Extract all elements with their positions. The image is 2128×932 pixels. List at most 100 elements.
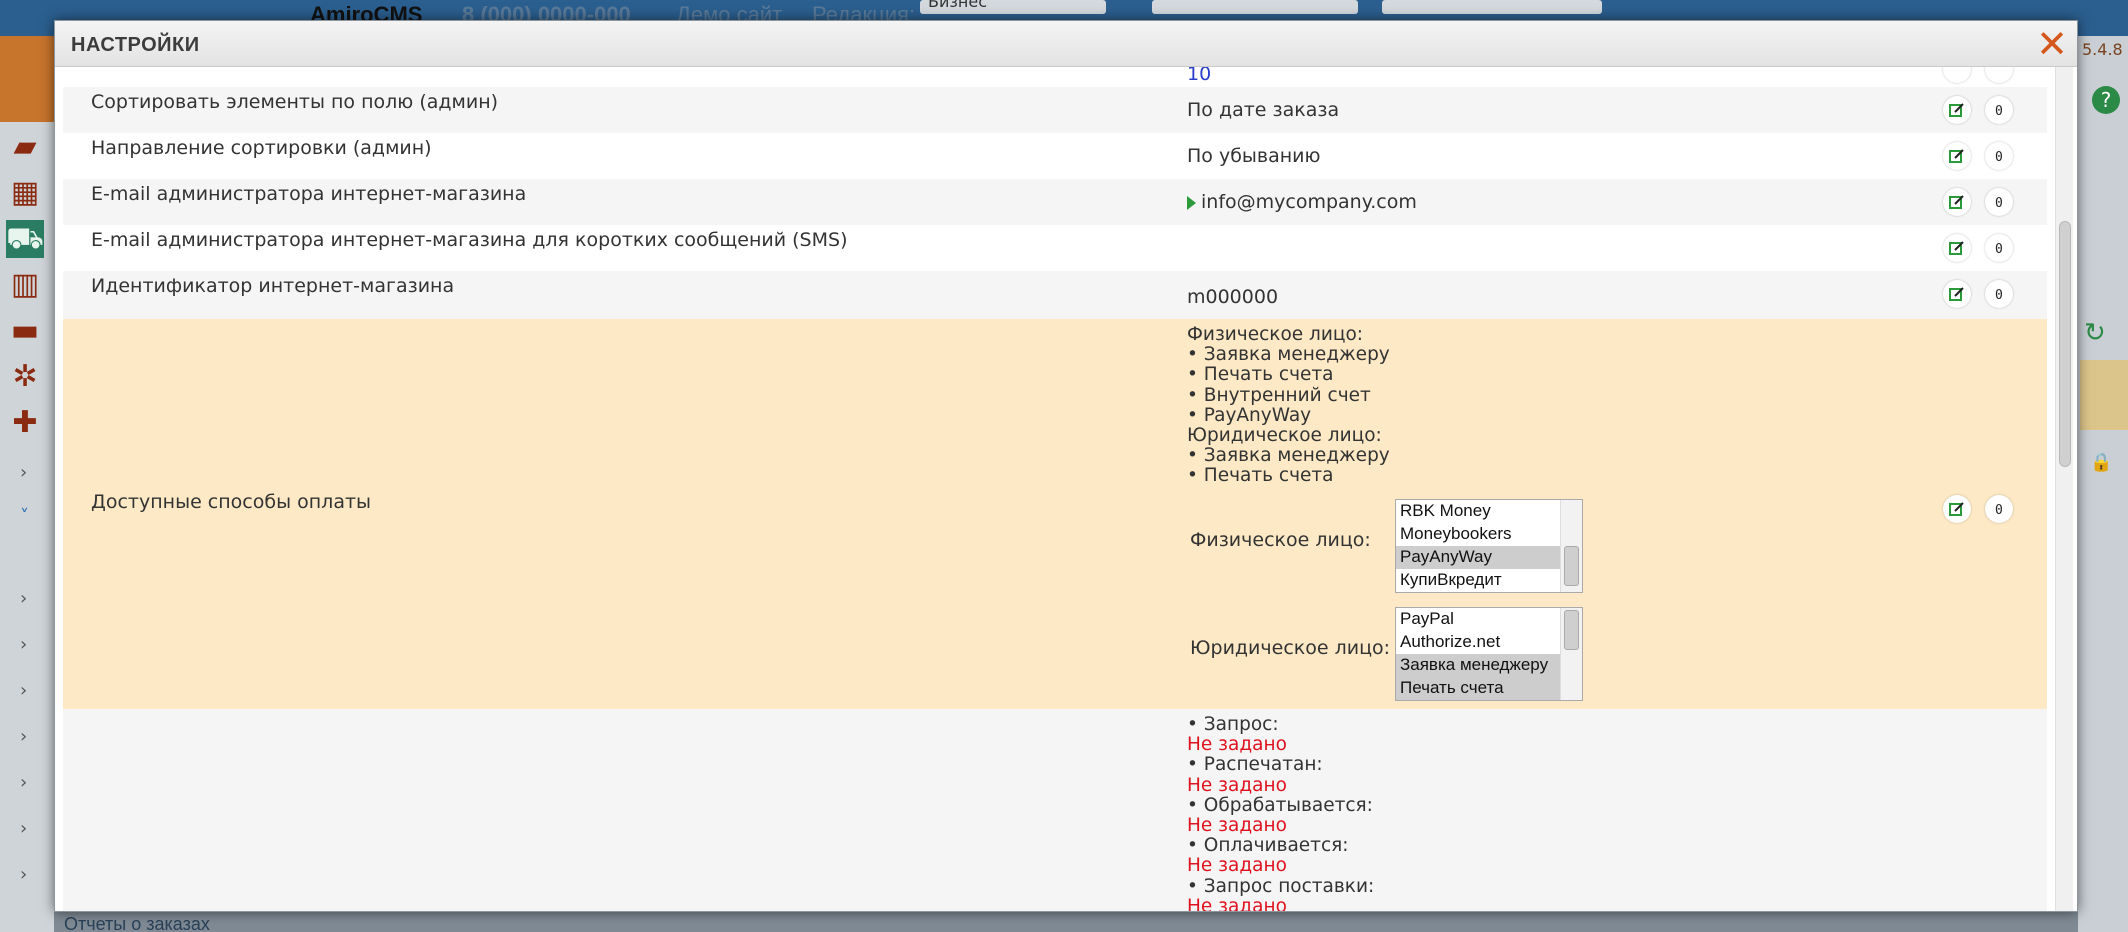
reset-icon: 0 (1995, 503, 2003, 517)
edit-icon (1949, 103, 1964, 117)
edition-select[interactable]: Бизнес (920, 0, 1106, 14)
edit-button[interactable] (1943, 495, 1971, 523)
close-icon[interactable]: ✕ (2035, 25, 2069, 63)
select-option[interactable]: RBK Money (1396, 500, 1560, 523)
edit-button[interactable] (1943, 96, 1971, 124)
setting-value: По убыванию (1187, 145, 1321, 167)
reset-button[interactable]: 0 (1985, 96, 2013, 124)
edit-button[interactable] (1943, 188, 1971, 216)
reset-button[interactable]: 0 (1985, 280, 2013, 308)
settings-row: E-mail администратора интернет-магазина … (63, 179, 2047, 225)
reset-button[interactable]: 0 (1985, 234, 2013, 262)
edit-icon (1949, 241, 1964, 255)
settings-row: E-mail администратора интернет-магазина … (63, 225, 2047, 271)
listbox-scroll-thumb[interactable] (1564, 610, 1579, 650)
settings-list: 10 Сортировать элементы по полю (админ) … (63, 67, 2047, 912)
reset-icon: 0 (1995, 288, 2003, 302)
chevron-right-icon[interactable]: › (20, 634, 27, 655)
modal-scrollbar[interactable] (2055, 67, 2073, 911)
select-option[interactable]: Печать счета (1396, 677, 1560, 700)
briefcase-icon[interactable]: ▬ (6, 312, 44, 350)
chevron-right-icon[interactable]: › (20, 462, 27, 483)
status-value: Не задано (1187, 734, 1287, 756)
reset-icon: 0 (1995, 104, 2003, 118)
status-list: • Запрос: Не задано • Распечатан: Не зад… (1187, 714, 1375, 912)
edit-button[interactable] (1943, 280, 1971, 308)
reset-button[interactable]: 0 (1985, 495, 2013, 523)
setting-label: Идентификатор интернет-магазина (91, 275, 455, 297)
status-name: • Запрос: (1187, 714, 1279, 735)
setting-value: info@mycompany.com (1201, 191, 1417, 213)
orders-report-link[interactable]: Отчеты о заказах (64, 914, 210, 932)
legal-payment-select[interactable]: PayPal Authorize.net Заявка менеджеру Пе… (1395, 607, 1583, 701)
individual-payment-select[interactable]: RBK Money Moneybookers PayAnyWay КупиВкр… (1395, 499, 1583, 593)
chevron-right-icon[interactable]: › (20, 772, 27, 793)
edit-icon (1949, 287, 1964, 301)
edit-button[interactable] (1943, 67, 1971, 83)
settings-row: Направление сортировки (админ) По убыван… (63, 133, 2047, 179)
summary-line: • Внутренний счет (1187, 384, 1371, 406)
right-panel-box (2080, 360, 2128, 430)
chevron-right-icon[interactable]: › (20, 726, 27, 747)
edit-button[interactable] (1943, 142, 1971, 170)
edit-button[interactable] (1943, 234, 1971, 262)
edit-icon (1949, 502, 1964, 516)
select-option[interactable]: PayPal (1396, 608, 1560, 631)
settings-row: Идентификатор интернет-магазина m000000 … (63, 271, 2047, 319)
reset-icon: 0 (1995, 196, 2003, 210)
refresh-icon[interactable]: ↻ (2084, 318, 2106, 348)
gear-icon[interactable]: ✲ (6, 358, 44, 396)
individual-select-label: Физическое лицо: (1190, 529, 1371, 551)
setting-value: m000000 (1187, 286, 1279, 308)
status-value: Не задано (1187, 815, 1287, 837)
svg-text:0: 0 (1995, 104, 2003, 118)
select-option[interactable]: Moneybookers (1396, 523, 1560, 546)
puzzle-icon[interactable]: ✚ (6, 404, 44, 442)
svg-text:0: 0 (1995, 242, 2003, 256)
modal-scroll-thumb[interactable] (2059, 221, 2071, 467)
payment-summary: Физическое лицо: • Заявка менеджеру • Пе… (1187, 324, 1390, 487)
reset-button[interactable]: 0 (1985, 188, 2013, 216)
settings-row-payment: Доступные способы оплаты Физическое лицо… (63, 319, 2047, 709)
reset-icon: 0 (1995, 150, 2003, 164)
status-value: Не задано (1187, 855, 1287, 877)
chevron-right-icon[interactable]: › (20, 864, 27, 885)
setting-value: 10 (1187, 67, 1212, 85)
select-option[interactable]: КупиВкредит (1396, 569, 1560, 592)
select-option[interactable]: Authorize.net (1396, 631, 1560, 654)
help-icon[interactable]: ? (2092, 86, 2120, 114)
summary-line: • Заявка менеджеру (1187, 445, 1390, 467)
chevron-right-icon[interactable]: › (20, 818, 27, 839)
top-search-field-1[interactable] (1152, 0, 1358, 14)
summary-line: Физическое лицо: (1187, 324, 1364, 345)
reset-button[interactable]: 0 (1985, 142, 2013, 170)
lock-icon[interactable]: 🔒 (2090, 452, 2112, 473)
status-value: Не задано (1187, 895, 1287, 912)
grid-icon[interactable]: ▦ (6, 174, 44, 212)
settings-row: 10 (63, 67, 2047, 87)
status-name: • Запрос поставки: (1187, 875, 1375, 897)
select-option[interactable]: Заявка менеджеру (1396, 654, 1560, 677)
chevron-right-icon[interactable]: › (20, 680, 27, 701)
folder-icon[interactable]: ▰ (6, 128, 44, 166)
modal-header: НАСТРОЙКИ ✕ (55, 21, 2077, 67)
edition-select-value: Бизнес (928, 0, 987, 11)
chevron-right-icon[interactable]: › (20, 588, 27, 609)
summary-line: • Печать счета (1187, 364, 1334, 386)
svg-text:0: 0 (1995, 288, 2003, 302)
listbox-scrollbar[interactable] (1560, 608, 1582, 700)
reset-button[interactable] (1985, 67, 2013, 83)
chevron-down-icon[interactable]: ˅ (20, 506, 29, 527)
summary-line: • Печать счета (1187, 465, 1334, 487)
summary-line: Юридическое лицо: (1187, 425, 1382, 447)
listbox-scroll-thumb[interactable] (1564, 546, 1579, 586)
cart-icon[interactable]: ⛟ (6, 220, 44, 258)
book-icon[interactable]: ▥ (6, 266, 44, 304)
listbox-scrollbar[interactable] (1560, 500, 1582, 592)
edit-icon (1949, 149, 1964, 163)
edit-icon (1949, 195, 1964, 209)
right-panel (2078, 36, 2128, 932)
svg-text:0: 0 (1995, 150, 2003, 164)
select-option[interactable]: PayAnyWay (1396, 546, 1560, 569)
top-search-field-2[interactable] (1382, 0, 1602, 14)
